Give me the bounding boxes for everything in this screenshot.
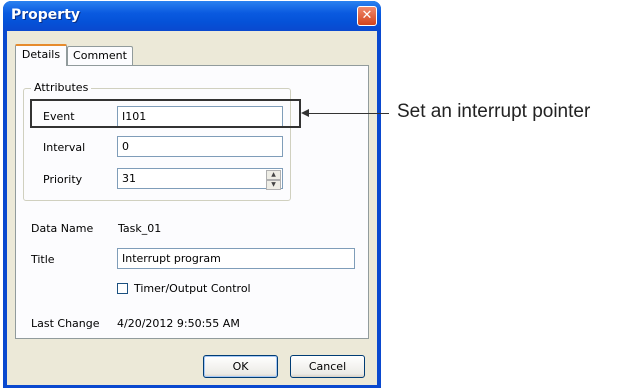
ok-button[interactable]: OK [203,355,278,378]
close-icon[interactable]: ✕ [357,6,377,26]
priority-stepper[interactable]: 31 ▲ ▼ [117,168,283,190]
interval-field[interactable]: 0 [117,136,283,157]
cancel-button[interactable]: Cancel [290,355,365,378]
event-highlight-box [30,99,301,128]
property-dialog-window: Property ✕ Details Comment Attributes Ev… [3,1,381,388]
data-name-label: Data Name [31,222,94,235]
spin-up-icon[interactable]: ▲ [266,170,281,180]
tab-comment[interactable]: Comment [67,46,133,65]
priority-label: Priority [43,173,83,186]
last-change-label: Last Change [31,317,100,330]
dialog-client-area: Details Comment Attributes Event I101 In… [7,31,377,385]
data-name-value: Task_01 [118,222,162,235]
callout-text: Set an interrupt pointer [397,101,591,122]
attributes-group-label: Attributes [31,81,92,94]
last-change-value: 4/20/2012 9:50:55 AM [117,317,240,330]
priority-spin-buttons: ▲ ▼ [266,170,281,190]
dialog-title: Property [11,7,81,23]
timer-output-control-checkbox[interactable] [117,283,128,294]
spin-down-icon[interactable]: ▼ [266,180,281,190]
timer-output-control-label: Timer/Output Control [134,282,251,295]
priority-value: 31 [122,172,136,185]
callout-arrow-line [307,113,389,114]
title-label: Title [31,253,55,266]
interval-label: Interval [43,141,86,154]
tab-details[interactable]: Details [15,44,67,66]
title-bar[interactable]: Property ✕ [3,1,381,31]
title-field[interactable]: Interrupt program [117,248,355,269]
